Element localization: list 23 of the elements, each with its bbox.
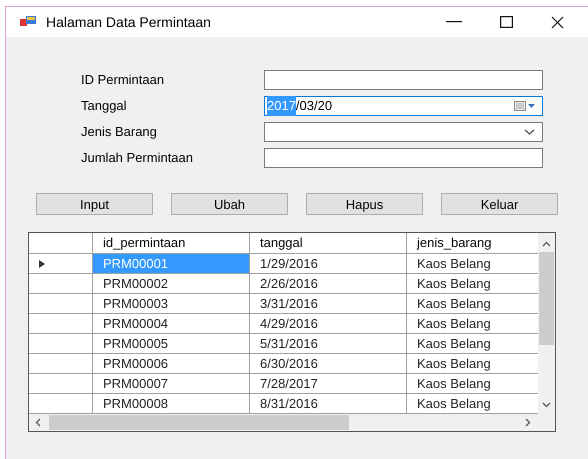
date-picker[interactable]: 2017/03/20: [264, 96, 543, 116]
scroll-thumb[interactable]: [49, 415, 349, 430]
field-label: Jenis Barang: [81, 123, 158, 142]
field-label: ID Permintaan: [81, 71, 166, 90]
minimize-icon[interactable]: [446, 21, 462, 23]
field-label: Tanggal: [81, 97, 128, 116]
field-label: Jumlah Permintaan: [81, 149, 194, 168]
chevron-down-icon: [524, 129, 535, 135]
action-button[interactable]: Keluar: [441, 193, 558, 215]
input-field[interactable]: [264, 148, 543, 168]
action-button[interactable]: Input: [36, 193, 153, 215]
window-title: Halaman Data Permintaan: [46, 12, 211, 32]
app-icon: [20, 16, 36, 28]
dropdown-field[interactable]: [264, 122, 543, 142]
action-button[interactable]: Ubah: [171, 193, 288, 215]
calendar-dropdown-icon[interactable]: [514, 101, 536, 111]
table-cell: PRM00001: [93, 254, 250, 273]
action-button[interactable]: Hapus: [306, 193, 423, 215]
input-field[interactable]: [264, 70, 543, 90]
close-icon[interactable]: [551, 16, 564, 28]
current-row-icon: [39, 260, 45, 268]
scroll-thumb[interactable]: [539, 252, 554, 345]
maximize-icon[interactable]: [500, 16, 513, 28]
